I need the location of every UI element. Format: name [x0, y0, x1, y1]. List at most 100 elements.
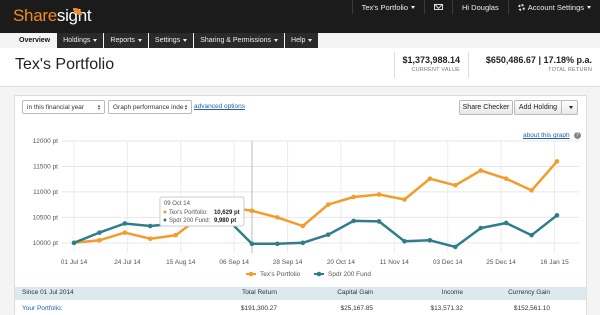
share-checker-button[interactable]: Share Checker [459, 100, 513, 115]
performance-chart[interactable]: 10000 pt 10500 pt 11000 pt 11500 pt 12000 pt… [14, 135, 586, 285]
tooltip-label: Tex's Portfolio: [169, 210, 208, 216]
data-point [325, 232, 331, 237]
data-point [376, 219, 382, 224]
data-point [478, 225, 484, 231]
portfolio-menu-label: Tex's Portfolio [361, 2, 409, 12]
data-point [325, 202, 331, 207]
advanced-options-link[interactable]: advanced options [194, 103, 245, 110]
data-point [453, 244, 458, 250]
select-arrows-icon: ▲ ▼ [97, 103, 101, 111]
summary-table-header [15, 287, 586, 300]
total-return-amount: $650,486.67 | 17.18% p.a. [485, 55, 592, 65]
add-holding-dropdown[interactable] [561, 100, 578, 115]
caret-down-icon [569, 106, 573, 109]
top-right-menu: Tex's Portfolio Hi Douglas Account Setti… [351, 0, 600, 14]
nav-help[interactable]: Help [285, 33, 319, 48]
nav-settings[interactable]: Settings [148, 33, 194, 48]
legend-marker-benchmark [316, 271, 322, 277]
x-tick-label: 25 Dec 14 [486, 259, 516, 266]
x-tick-label: 03 Dec 14 [433, 259, 463, 266]
page-title: Tex's Portfolio [15, 56, 115, 73]
data-point [376, 192, 382, 197]
caret-down-icon [137, 39, 142, 42]
tooltip-value: 9,980 pt [214, 218, 236, 224]
data-point [402, 197, 407, 202]
data-point [402, 238, 407, 244]
data-point [300, 223, 306, 229]
data-point [453, 182, 458, 188]
x-tick-label: 06 Sep 14 [219, 259, 249, 266]
current-value-label: CURRENT VALUE [411, 67, 460, 73]
data-point [249, 208, 255, 214]
y-tick-label: 11500 pt [33, 163, 58, 170]
data-point [147, 236, 153, 242]
table-header-period: Since 01 Jul 2014 [22, 289, 74, 296]
divider [394, 52, 395, 78]
mail-button[interactable] [424, 0, 452, 14]
table-row-label[interactable]: Your Portfolio: [22, 305, 63, 312]
table-cell-currency-gain: $152,561.10 [513, 305, 550, 312]
data-point [554, 213, 560, 218]
data-point [427, 237, 433, 243]
caret-down-icon [411, 5, 416, 9]
x-tick-label: 28 Sep 14 [273, 259, 303, 266]
legend-label-benchmark: Spdr 200 Fund [328, 271, 371, 278]
account-settings-label: Account Settings [527, 2, 584, 12]
divider [468, 52, 469, 78]
tooltip-marker [163, 210, 167, 214]
top-bar: Sharesight Tex's Portfolio Hi Douglas Ac… [0, 0, 600, 33]
data-point [249, 241, 255, 247]
table-header-capital-gain: Capital Gain [337, 289, 373, 296]
sharesight-logo[interactable]: Sharesight [13, 6, 92, 26]
data-point [529, 232, 534, 238]
legend-label-portfolio: Tex's Portfolio [260, 271, 301, 278]
data-point [173, 232, 178, 238]
x-tick-label: 20 Oct 14 [327, 259, 356, 266]
caret-down-icon [308, 39, 313, 42]
x-tick-label: 11 Nov 14 [380, 259, 410, 266]
caret-down-icon [183, 39, 188, 42]
portfolio-menu[interactable]: Tex's Portfolio [351, 0, 424, 14]
tooltip-value: 10,629 pt [214, 210, 240, 216]
gear-icon [517, 3, 525, 11]
legend-marker-portfolio [248, 271, 254, 277]
tooltip-date: 09 Oct 14 [164, 201, 191, 207]
x-tick-label: 15 Aug 14 [166, 259, 196, 266]
data-point [122, 221, 128, 226]
data-point [71, 240, 77, 246]
nav-holdings[interactable]: Holdings [57, 33, 104, 48]
account-settings-menu[interactable]: Account Settings [507, 0, 600, 14]
add-holding-button[interactable]: Add Holding [514, 100, 562, 115]
data-point [529, 188, 534, 193]
nav-reports[interactable]: Reports [104, 33, 148, 48]
data-point [97, 237, 102, 243]
nav-sharing-permissions[interactable]: Sharing & Permissions [194, 33, 285, 48]
nav-overview[interactable]: Overview [13, 33, 57, 48]
table-header-total-return: Total Return [241, 289, 277, 296]
graph-select[interactable]: Graph performance inde ▲ ▼ [108, 100, 192, 114]
data-point [147, 223, 153, 229]
data-point [122, 230, 128, 235]
table-cell-income: $13,571.32 [430, 305, 463, 312]
table-cell-capital-gain: $25,167.85 [340, 305, 373, 312]
y-tick-label: 11000 pt [33, 189, 58, 196]
data-point [97, 230, 102, 235]
data-point [427, 176, 433, 181]
data-point [503, 220, 509, 226]
graph-select-value: Graph performance inde [113, 103, 184, 111]
data-point [351, 218, 356, 224]
data-point [351, 194, 356, 200]
greeting: Hi Douglas [452, 0, 508, 14]
mail-icon [434, 4, 444, 10]
current-value-amount: $1,373,988.14 [402, 55, 460, 65]
x-tick-label: 16 Jan 15 [540, 259, 569, 266]
y-tick-label: 12000 pt [33, 138, 58, 145]
greeting-label: Hi Douglas [462, 2, 499, 12]
period-select[interactable]: in this financial year ▲ ▼ [22, 100, 105, 114]
series-line-benchmark [73, 214, 558, 249]
total-return: $650,486.67 | 17.18% p.a. TOTAL RETURN [486, 55, 592, 73]
series-line-portfolio [73, 160, 558, 245]
data-point [300, 240, 306, 246]
x-tick-label: 24 Jul 14 [114, 259, 141, 266]
period-select-value: in this financial year [27, 103, 85, 111]
